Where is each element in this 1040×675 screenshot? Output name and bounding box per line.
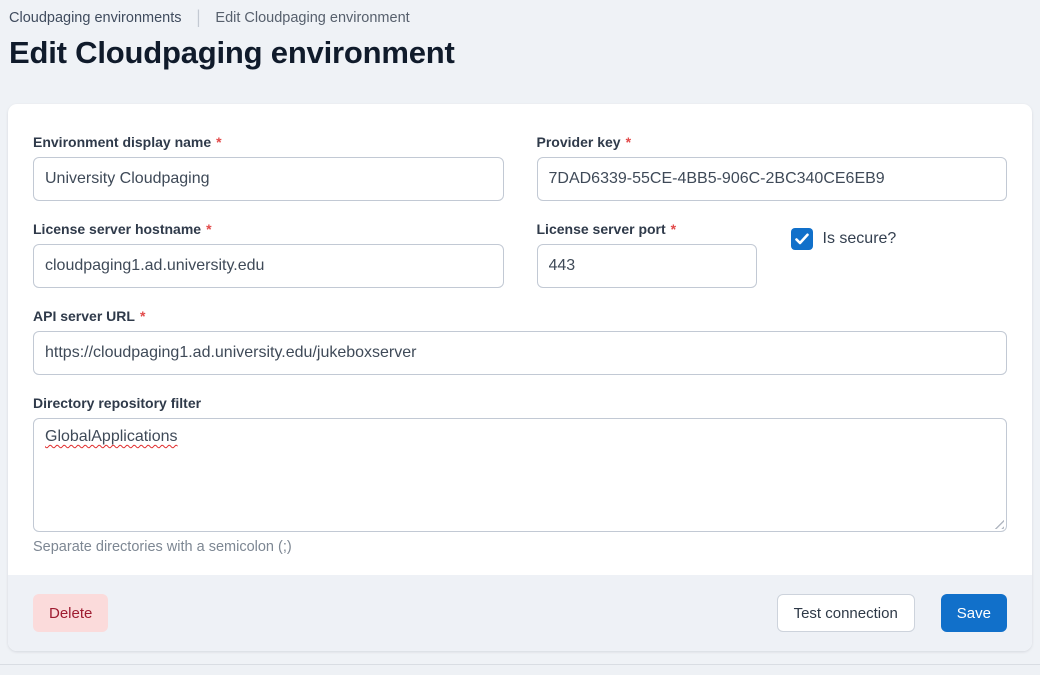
hostname-label-text: License server hostname xyxy=(33,221,201,237)
api-url-label: API server URL * xyxy=(33,308,1007,324)
form-row-2: License server hostname * License server … xyxy=(33,221,1007,288)
breadcrumb-separator: | xyxy=(197,7,201,28)
resize-handle[interactable] xyxy=(993,518,1004,529)
directory-filter-value: GlobalApplications xyxy=(45,428,178,445)
footer-right-actions: Test connection Save xyxy=(777,594,1007,632)
checkmark-icon xyxy=(795,233,809,245)
page-title: Edit Cloudpaging environment xyxy=(9,35,1040,71)
form-row-3: API server URL * xyxy=(33,308,1007,375)
required-asterisk: * xyxy=(671,221,676,237)
breadcrumb: Cloudpaging environments | Edit Cloudpag… xyxy=(0,0,1040,26)
api-url-input[interactable] xyxy=(33,331,1007,375)
api-url-label-text: API server URL xyxy=(33,308,135,324)
test-connection-button[interactable]: Test connection xyxy=(777,594,915,632)
port-label: License server port * xyxy=(537,221,757,237)
form-row-1: Environment display name * Provider key * xyxy=(33,134,1007,201)
display-name-label-text: Environment display name xyxy=(33,134,211,150)
form-body: Environment display name* Provider key* … xyxy=(8,104,1032,575)
save-button[interactable]: Save xyxy=(941,594,1007,632)
hostname-group: License server hostname * xyxy=(33,221,504,288)
port-and-secure-group: License server port * Is secure? xyxy=(537,221,1008,288)
form-row-4: Directory repository filter GlobalApplic… xyxy=(33,395,1007,555)
display-name-input[interactable] xyxy=(33,157,504,201)
breadcrumb-item-environments[interactable]: Cloudpaging environments xyxy=(9,10,182,26)
provider-key-input[interactable] xyxy=(537,157,1008,201)
delete-button[interactable]: Delete xyxy=(33,594,108,632)
hostname-input[interactable] xyxy=(33,244,504,288)
port-input[interactable] xyxy=(537,244,757,288)
directory-filter-label-text: Directory repository filter xyxy=(33,395,201,411)
directory-filter-help: Separate directories with a semicolon (;… xyxy=(33,539,1007,555)
display-name-group: Environment display name * xyxy=(33,134,504,201)
required-asterisk: * xyxy=(140,308,145,324)
provider-key-label-text: Provider key xyxy=(537,134,621,150)
provider-key-label: Provider key * xyxy=(537,134,1008,150)
port-group: License server port * xyxy=(537,221,757,288)
directory-filter-textarea[interactable]: GlobalApplications xyxy=(33,418,1007,532)
hostname-label: License server hostname * xyxy=(33,221,504,237)
required-asterisk: * xyxy=(206,221,211,237)
is-secure-group: Is secure? xyxy=(791,228,897,250)
edit-environment-card: Environment display name* Provider key* … xyxy=(8,104,1032,651)
required-asterisk: * xyxy=(626,134,631,150)
display-name-label: Environment display name * xyxy=(33,134,504,150)
is-secure-label[interactable]: Is secure? xyxy=(823,230,897,248)
breadcrumb-item-edit: Edit Cloudpaging environment xyxy=(215,10,409,26)
provider-key-group: Provider key * xyxy=(537,134,1008,201)
is-secure-checkbox[interactable] xyxy=(791,228,813,250)
form-footer: Delete Test connection Save xyxy=(8,575,1032,651)
required-asterisk: * xyxy=(216,134,221,150)
port-label-text: License server port xyxy=(537,221,666,237)
page-bottom-divider xyxy=(0,664,1040,675)
directory-filter-label: Directory repository filter xyxy=(33,395,1007,411)
